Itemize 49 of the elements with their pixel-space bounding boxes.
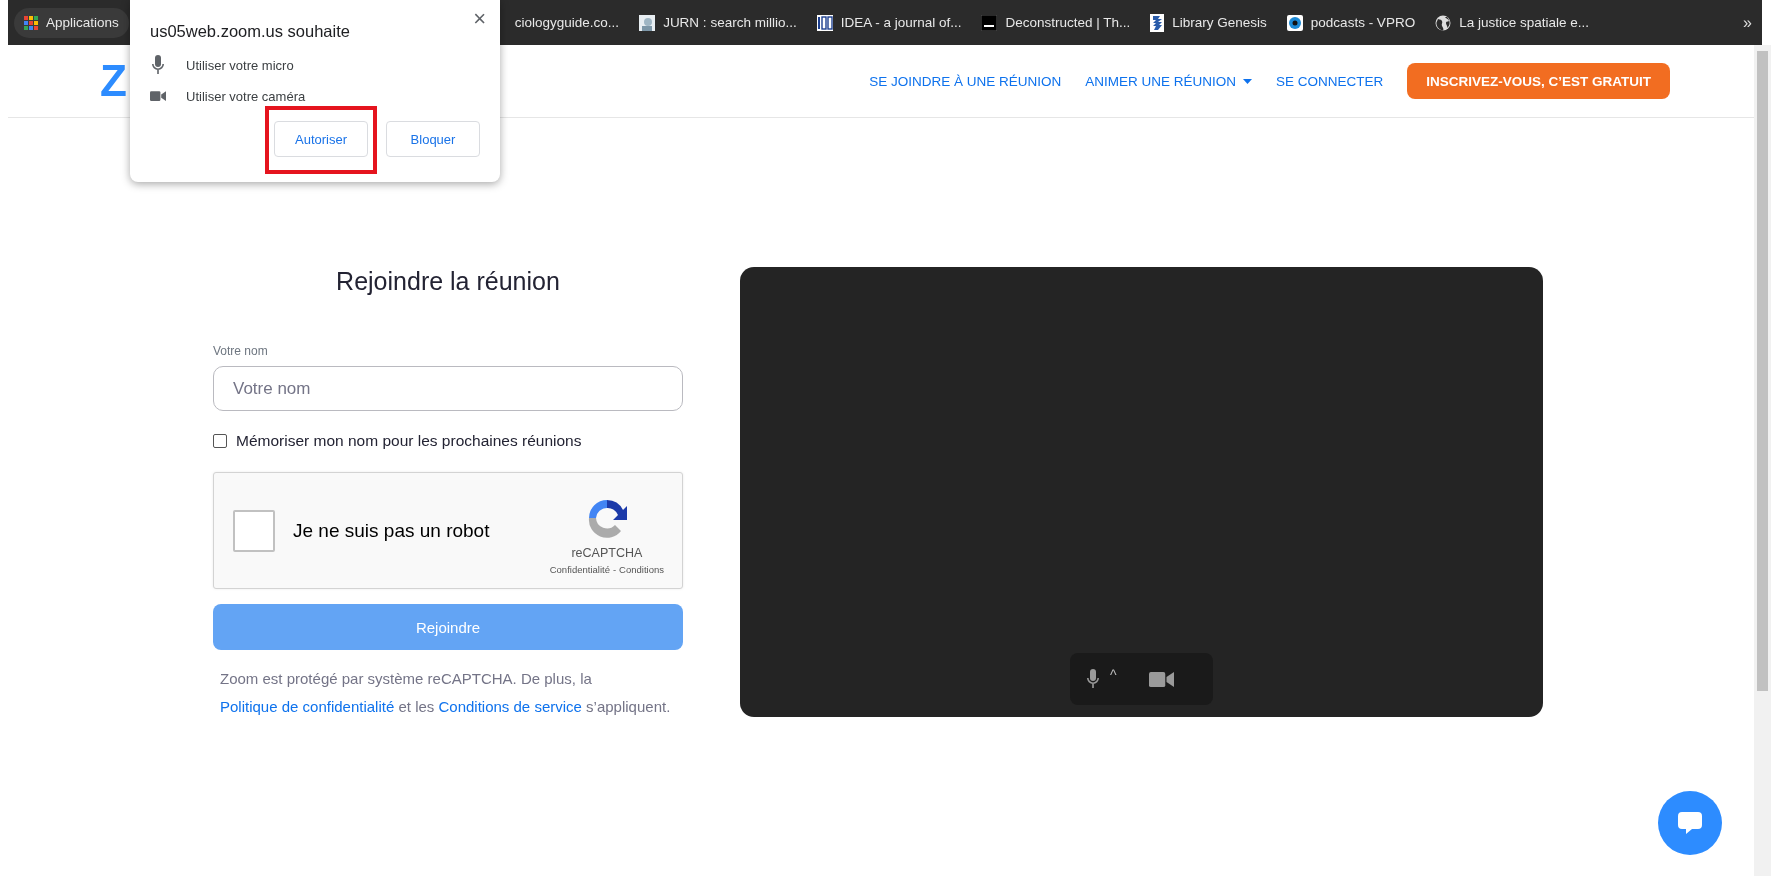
disc-icon xyxy=(1286,14,1303,31)
permission-label: Utiliser votre caméra xyxy=(186,89,306,104)
checkbox-label: Mémoriser mon nom pour les prochaines réunions xyxy=(236,432,582,450)
allow-button[interactable]: Autoriser xyxy=(274,121,368,157)
block-button[interactable]: Bloquer xyxy=(386,121,480,157)
separator: - xyxy=(612,564,617,575)
permission-label: Utiliser votre micro xyxy=(186,57,294,73)
chat-bubble-icon xyxy=(1678,812,1702,834)
apps-grid-icon xyxy=(24,15,38,30)
field-label: Votre nom xyxy=(213,344,269,358)
stack-icon xyxy=(1150,13,1165,32)
bookmark-link[interactable]: ciologyguide.co... xyxy=(504,7,630,38)
bookmark-link[interactable]: Applications xyxy=(14,7,129,38)
captcha-notice: Zoom est protégé par système reCAPTCHA. De plus, la Politique de confidentialité et les Conditions de service s’appliquent. xyxy=(220,669,672,717)
privacy-link[interactable]: Confidentialité xyxy=(549,564,610,575)
journal-logo-icon xyxy=(816,14,833,31)
captcha-brand: reCAPTCHA xyxy=(571,546,643,560)
bookmark-link[interactable]: Library Genesis xyxy=(1140,7,1277,38)
microphone-icon xyxy=(151,55,165,75)
scrollbar[interactable] xyxy=(1754,45,1771,876)
microphone-icon xyxy=(1086,669,1100,689)
more-bookmarks-button[interactable]: » xyxy=(1743,13,1752,32)
remember-checkbox[interactable] xyxy=(213,434,227,448)
notice-link[interactable]: Politique de confidentialité xyxy=(220,698,395,715)
camera-button[interactable] xyxy=(1148,671,1174,687)
terms-link[interactable]: Conditions xyxy=(619,564,664,575)
bookmark-link[interactable]: JURN : search millio... xyxy=(629,7,807,38)
captcha-label: Je ne suis pas un robot xyxy=(293,519,490,542)
bookmark-link[interactable]: IDEA - a journal of... xyxy=(806,7,972,38)
bookmark-link[interactable]: Deconstructed | Th... xyxy=(971,7,1141,38)
options-caret[interactable]: ^ xyxy=(1110,667,1117,683)
page-title: Rejoindre la réunion xyxy=(336,267,560,296)
thumbnail-icon xyxy=(639,14,656,31)
name-input-field[interactable]: Votre nom xyxy=(213,366,683,411)
globe-icon xyxy=(1435,14,1452,31)
nav-link[interactable]: SE CONNECTER xyxy=(1275,73,1384,89)
scrollbar-thumb[interactable] xyxy=(1757,51,1768,691)
bookmark-link[interactable]: podcasts - VPRO xyxy=(1276,7,1426,38)
video-camera-icon xyxy=(150,91,166,102)
close-button[interactable]: × xyxy=(473,6,486,32)
nav-link[interactable]: ANIMER UNE RÉUNION xyxy=(1085,73,1252,89)
notice-link[interactable]: Conditions de service xyxy=(438,698,582,715)
popup-title: us05web.zoom.us souhaite xyxy=(150,22,351,41)
video-camera-icon xyxy=(1148,671,1174,687)
captcha-checkbox[interactable] xyxy=(233,509,275,552)
bookmark-link[interactable]: La justice spatiale e... xyxy=(1425,7,1599,38)
caret-icon xyxy=(1242,78,1252,84)
microphone-button[interactable] xyxy=(1086,669,1100,689)
nav-link[interactable]: SE JOINDRE À UNE RÉUNION xyxy=(869,73,1062,89)
